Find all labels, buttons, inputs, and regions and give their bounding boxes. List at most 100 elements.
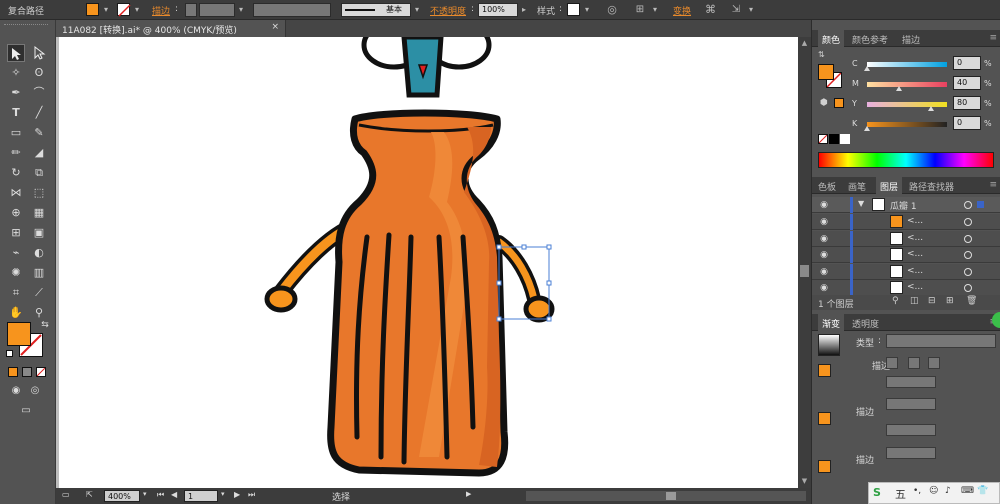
target-icon[interactable]	[964, 201, 972, 209]
right-arm-shape[interactable]	[492, 235, 555, 323]
stroke-panel-link[interactable]: 描边	[152, 4, 170, 17]
scroll-down-icon[interactable]: ▼	[798, 477, 811, 487]
scroll-up-icon[interactable]: ▲	[798, 39, 811, 49]
pencil-tool-icon[interactable]: ✏	[7, 144, 25, 162]
graphic-style-swatch[interactable]	[567, 3, 580, 16]
illustration-canvas[interactable]	[59, 37, 798, 488]
tab-brushes[interactable]: 画笔	[848, 180, 866, 193]
first-artboard-icon[interactable]: ⏮	[157, 490, 164, 500]
eyedropper-tool-icon[interactable]: ⌁	[7, 244, 25, 262]
gradient-fill-box[interactable]	[818, 364, 831, 377]
horizontal-scrollbar[interactable]	[526, 491, 806, 501]
pen-tool-icon[interactable]: ✒	[7, 84, 25, 102]
variable-width-profile[interactable]	[253, 3, 331, 17]
sublayer-row[interactable]: ◉ <...	[812, 280, 1000, 296]
stroke-option-2[interactable]	[908, 357, 920, 369]
channel-value-field[interactable]: 0	[953, 116, 981, 130]
angle-field[interactable]	[886, 376, 936, 388]
ime-logo-icon[interactable]: S	[873, 486, 881, 499]
visibility-eye-icon[interactable]: ◉	[818, 282, 830, 294]
close-icon[interactable]: ×	[271, 22, 279, 32]
isolate-object-icon[interactable]: ⌘	[705, 3, 716, 16]
panel-grip[interactable]	[4, 24, 48, 27]
mesh-tool-icon[interactable]: ⊞	[7, 224, 25, 242]
delete-icon[interactable]: 🗑	[966, 296, 977, 306]
tab-color-guide[interactable]: 颜色参考	[852, 33, 888, 46]
panel-menu-icon[interactable]: ≡	[989, 180, 997, 190]
channel-value-field[interactable]: 80	[953, 96, 981, 110]
document-arrange-icon[interactable]: ▭	[62, 490, 70, 499]
slider-handle-icon[interactable]	[864, 126, 870, 131]
stroke-weight-stepper[interactable]	[185, 3, 197, 17]
pasteboard[interactable]	[56, 37, 798, 488]
status-menu-icon[interactable]: ▶	[466, 490, 471, 498]
stroke-weight-dropdown-icon[interactable]: ▾	[236, 3, 246, 16]
selected-art-indicator[interactable]	[977, 201, 984, 208]
draw-mode-icon[interactable]: ◉	[7, 382, 25, 400]
fill-color-box[interactable]	[7, 322, 31, 346]
line-segment-tool-icon[interactable]: ╱	[30, 104, 48, 122]
locate-object-icon[interactable]: ⚲	[892, 296, 899, 306]
artboard-navigator-icon[interactable]: ⇱	[86, 490, 93, 499]
paintbrush-tool-icon[interactable]: ✎	[30, 124, 48, 142]
brush-dropdown-icon[interactable]: ▾	[412, 3, 422, 16]
none-color-icon[interactable]	[818, 134, 828, 144]
channel-value-field[interactable]: 40	[953, 76, 981, 90]
make-clipping-mask-icon[interactable]: ◫	[910, 296, 919, 306]
tab-color[interactable]: 颜色	[818, 30, 845, 47]
stroke-weight-field[interactable]	[199, 3, 235, 17]
last-artboard-icon[interactable]: ⏭	[248, 490, 255, 500]
emoji-icon[interactable]: ☺	[929, 486, 938, 496]
rectangle-tool-icon[interactable]: ▭	[7, 124, 25, 142]
layer-name[interactable]: 瓜瓣 1	[890, 199, 917, 212]
opacity-field[interactable]: 100%	[478, 3, 518, 17]
sublayer-row[interactable]: ◉ <...	[812, 230, 1000, 247]
tab-swatches[interactable]: 色板	[818, 180, 836, 193]
transform-panel-link[interactable]: 变换	[673, 4, 691, 17]
new-sublayer-icon[interactable]: ⊟	[928, 296, 936, 306]
visibility-eye-icon[interactable]: ◉	[818, 249, 830, 261]
fill-swatch[interactable]	[86, 3, 99, 16]
fill-dropdown-icon[interactable]: ▾	[101, 3, 111, 16]
target-icon[interactable]	[964, 267, 972, 276]
artboard-tool-icon[interactable]: ⌗	[7, 284, 25, 302]
gradient-preview[interactable]	[818, 334, 840, 356]
layer-row-main[interactable]: ◉ ▼ 瓜瓣 1	[812, 197, 1000, 213]
eraser-tool-icon[interactable]: ◢	[30, 144, 48, 162]
color-spectrum[interactable]	[818, 152, 994, 168]
new-layer-icon[interactable]: ⊞	[946, 296, 954, 306]
tab-gradient[interactable]: 渐变	[818, 314, 845, 331]
gradient-type-select[interactable]	[886, 334, 996, 348]
free-transform-tool-icon[interactable]: ⬚	[30, 184, 48, 202]
slider-handle-icon[interactable]	[896, 86, 902, 91]
tab-pathfinder[interactable]: 路径查找器	[909, 180, 954, 193]
gradient-tool-icon[interactable]: ▣	[30, 224, 48, 242]
sublayer-name[interactable]: <...	[907, 249, 923, 259]
aspect-ratio-field[interactable]	[886, 398, 936, 410]
lasso-tool-icon[interactable]: ʘ	[30, 64, 48, 82]
swap-fill-stroke-icon[interactable]: ⇆	[36, 316, 54, 334]
target-icon[interactable]	[964, 284, 972, 292]
visibility-eye-icon[interactable]: ◉	[818, 233, 830, 245]
horizontal-scroll-thumb[interactable]	[666, 492, 676, 500]
channel-slider[interactable]	[867, 122, 947, 127]
tab-stroke[interactable]: 描边	[902, 33, 920, 46]
sublayer-name[interactable]: <...	[907, 266, 923, 276]
zoom-field[interactable]: 400%	[104, 490, 140, 502]
draw-behind-icon[interactable]: ◎	[26, 382, 44, 400]
slider-handle-icon[interactable]	[864, 66, 870, 71]
recolor-artwork-icon[interactable]: ◎	[607, 3, 617, 16]
symbol-sprayer-tool-icon[interactable]: ✺	[7, 264, 25, 282]
align-options-icon[interactable]: ⊞	[635, 3, 645, 16]
vertical-scrollbar[interactable]: ▲ ▼	[798, 37, 811, 488]
visibility-eye-icon[interactable]: ◉	[818, 216, 830, 228]
keyboard-icon[interactable]: ⌨	[961, 486, 974, 496]
artboard-dropdown-icon[interactable]: ▾	[221, 490, 225, 498]
neck-shape[interactable]	[401, 37, 444, 98]
skin-icon[interactable]: 👕	[977, 486, 988, 496]
panel-menu-icon[interactable]: ≡	[989, 33, 997, 43]
default-colors-icon[interactable]	[6, 350, 13, 357]
screen-mode-icon[interactable]: ▭	[17, 402, 35, 420]
out-of-gamut-icon[interactable]: ⬢	[820, 98, 828, 108]
document-tab[interactable]: 11A082 [转换].ai* @ 400% (CMYK/预览) ×	[56, 20, 286, 37]
